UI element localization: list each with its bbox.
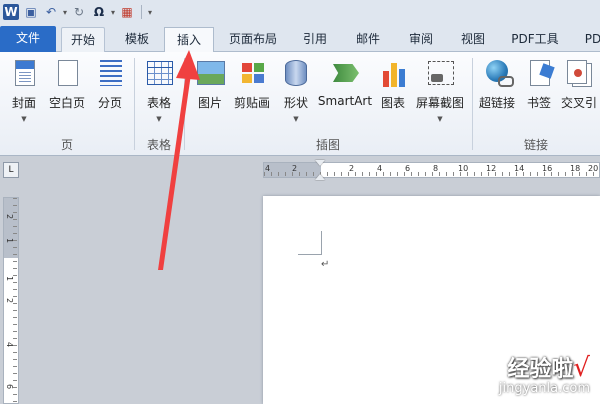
customize-icon[interactable]: ▾ — [148, 8, 152, 17]
ruler-number: 1 — [5, 237, 15, 244]
table-label: 表格 — [146, 96, 171, 110]
margin-corner-mark — [298, 231, 322, 255]
table-button[interactable]: 表格 ▼ — [140, 58, 178, 123]
redo-icon[interactable]: ↻ — [71, 4, 87, 20]
screenshot-icon — [425, 58, 455, 88]
smartart-label: SmartArt — [317, 94, 373, 108]
tab-view[interactable]: 视图 — [451, 27, 495, 52]
tab-page-layout[interactable]: 页面布局 — [222, 27, 284, 52]
cross-reference-button[interactable]: 交叉引 — [558, 58, 600, 111]
vertical-ruler[interactable]: 2 1 1 2 4 6 — [3, 197, 19, 404]
watermark-url: jingyanla.com — [498, 381, 590, 396]
tab-pd[interactable]: PD — [578, 27, 600, 52]
quick-access-toolbar: W ▣ ↶ ▾ ↻ Ω ▾ ▦ ▾ — [0, 0, 600, 24]
chevron-down-icon: ▼ — [293, 115, 299, 123]
ruler-number: 4 — [377, 164, 383, 173]
screenshot-label: 屏幕截图 — [415, 96, 464, 110]
blank-page-button[interactable]: 空白页 — [44, 58, 90, 111]
undo-icon[interactable]: ↶ — [43, 4, 59, 20]
ruler-number: 12 — [486, 164, 497, 173]
undo-dropdown-icon[interactable]: ▾ — [63, 8, 67, 17]
ruler-number: 2 — [5, 213, 15, 220]
ruler-number: 18 — [570, 164, 581, 173]
ruler-number: 4 — [5, 341, 15, 348]
checkmark-icon: √ — [573, 353, 590, 383]
blank-page-icon — [52, 58, 82, 88]
chevron-down-icon: ▼ — [156, 115, 162, 123]
clip-art-label: 剪贴画 — [233, 96, 270, 110]
shapes-label: 形状 — [283, 96, 308, 110]
toolbar-separator — [141, 5, 143, 19]
page-break-label: 分页 — [97, 96, 122, 110]
clip-art-icon — [237, 58, 267, 88]
cross-reference-icon — [564, 58, 594, 88]
ruler-number: 14 — [514, 164, 525, 173]
save-icon[interactable]: ▣ — [23, 4, 39, 20]
ribbon-tabs: 文件 开始 模板 插入 页面布局 引用 邮件 审阅 视图 PDF工具 PD — [0, 24, 600, 53]
picture-button[interactable]: 图片 — [192, 58, 228, 111]
tab-file[interactable]: 文件 — [0, 26, 56, 52]
ruler-number: 1 — [5, 275, 15, 282]
ruler-number: 4 — [265, 164, 271, 173]
tab-insert[interactable]: 插入 — [164, 27, 214, 53]
clip-art-button[interactable]: 剪贴画 — [230, 58, 274, 111]
ruler-number: 2 — [292, 164, 298, 173]
bookmark-label: 书签 — [526, 96, 551, 110]
group-table-label: 表格 — [146, 138, 171, 152]
cross-reference-label: 交叉引 — [560, 96, 597, 110]
ruler-number: 2 — [5, 297, 15, 304]
tab-selector-icon[interactable]: L — [3, 162, 19, 178]
ruler-number: 20 — [588, 164, 599, 173]
cover-page-label: 封面 — [11, 96, 36, 110]
tab-templates[interactable]: 模板 — [115, 27, 159, 52]
horizontal-ruler[interactable]: 4 2 2 4 6 8 10 12 14 16 18 20 — [263, 162, 600, 178]
picture-label: 图片 — [197, 96, 222, 110]
hyperlink-icon — [482, 58, 514, 88]
paragraph-mark: ↵ — [321, 259, 330, 270]
tab-mailings[interactable]: 邮件 — [346, 27, 390, 52]
chart-label: 图表 — [380, 96, 405, 110]
ribbon-panel: 封面 ▼ 空白页 分页 页 表格 ▼ 表格 图片 剪贴画 形状 ▼ SmartA… — [0, 52, 600, 156]
ruler-number: 2 — [349, 164, 355, 173]
group-pages-label: 页 — [60, 138, 73, 152]
cover-page-icon — [9, 58, 39, 88]
group-links-label: 链接 — [523, 138, 548, 152]
page-break-icon — [95, 58, 125, 88]
symbol-dropdown-icon[interactable]: ▾ — [111, 8, 115, 17]
ruler-number: 6 — [405, 164, 411, 173]
indent-marker-icon[interactable] — [315, 160, 325, 180]
smartart-button[interactable]: SmartArt — [316, 58, 374, 108]
symbol-icon[interactable]: Ω — [91, 4, 107, 20]
chart-icon — [378, 58, 408, 88]
hyperlink-label: 超链接 — [478, 96, 515, 110]
blank-page-label: 空白页 — [48, 96, 85, 110]
page-break-button[interactable]: 分页 — [92, 58, 128, 111]
tab-review[interactable]: 审阅 — [399, 27, 443, 52]
ruler-number: 16 — [542, 164, 553, 173]
group-illustrations-label: 插图 — [315, 138, 340, 152]
bookmark-button[interactable]: 书签 — [522, 58, 556, 111]
bookmark-icon — [524, 58, 554, 88]
ruler-number: 8 — [433, 164, 439, 173]
ruler-number: 6 — [5, 383, 15, 390]
chevron-down-icon: ▼ — [21, 115, 27, 123]
hyperlink-button[interactable]: 超链接 — [474, 58, 520, 111]
shapes-button[interactable]: 形状 ▼ — [278, 58, 314, 123]
ruler-number: 10 — [458, 164, 469, 173]
tab-home[interactable]: 开始 — [61, 27, 105, 52]
format-icon[interactable]: ▦ — [119, 4, 135, 20]
picture-icon — [195, 58, 225, 88]
word-logo-icon: W — [3, 4, 19, 20]
chart-button[interactable]: 图表 — [376, 58, 410, 111]
tab-references[interactable]: 引用 — [293, 27, 337, 52]
shapes-icon — [281, 58, 311, 88]
watermark: 经验啦√ jingyanla.com — [499, 351, 590, 396]
smartart-icon — [330, 58, 360, 88]
cover-page-button[interactable]: 封面 ▼ — [6, 58, 42, 123]
screenshot-button[interactable]: 屏幕截图 ▼ — [412, 58, 468, 123]
watermark-title: 经验啦 — [507, 357, 574, 382]
chevron-down-icon: ▼ — [437, 115, 443, 123]
tab-pdf-tools[interactable]: PDF工具 — [504, 27, 566, 52]
table-icon — [144, 58, 174, 88]
